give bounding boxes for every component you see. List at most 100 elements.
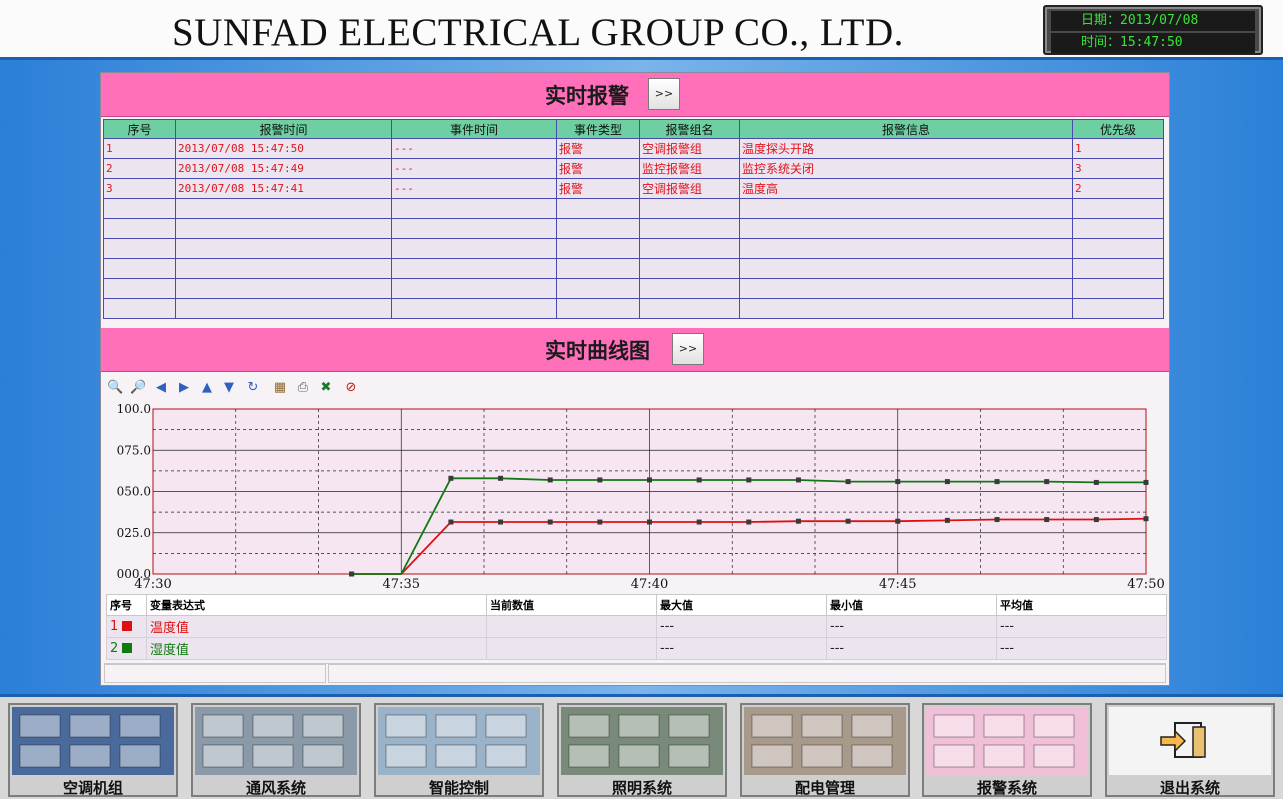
- nav-smart-control-button[interactable]: 智能控制: [374, 703, 544, 797]
- nav-alarm-system-button[interactable]: 报警系统: [922, 703, 1092, 797]
- alarm-col-header[interactable]: 序号: [103, 119, 176, 139]
- alarm-expand-button[interactable]: >>: [648, 78, 680, 110]
- legend-row[interactable]: 2 湿度值 --- --- ---: [106, 637, 1167, 660]
- alarm-row[interactable]: 2 2013/07/08 15:47:49 --- 报警 监控报警组 监控系统关闭 3: [103, 158, 1164, 179]
- alarm-col-header[interactable]: 优先级: [1072, 119, 1164, 139]
- zoom-out-icon[interactable]: 🔎: [130, 380, 146, 396]
- legend-index: 2: [110, 641, 119, 656]
- alarm-cell: [391, 198, 557, 219]
- alarm-row[interactable]: 1 2013/07/08 15:47:50 --- 报警 空调报警组 温度探头开路 1: [103, 138, 1164, 159]
- alarm-cell: 报警: [556, 178, 640, 199]
- legend-col-header: 变量表达式: [146, 594, 487, 616]
- series-point-2: [944, 479, 950, 485]
- legend-col-header: 平均值: [996, 594, 1167, 616]
- alarm-col-header[interactable]: 事件时间: [391, 119, 557, 139]
- alarm-cell: [391, 238, 557, 259]
- refresh-icon[interactable]: ↻: [245, 380, 261, 396]
- nav-ventilation-thumbnail: [195, 707, 357, 775]
- alarm-cell: [1072, 198, 1164, 219]
- arrow-up-icon[interactable]: ▲: [199, 380, 215, 396]
- alarm-cell: 2: [1072, 178, 1164, 199]
- alarm-row-empty: [103, 258, 1164, 279]
- excel-export-icon[interactable]: ✖: [318, 380, 334, 396]
- legend-col-header: 最大值: [656, 594, 827, 616]
- nav-lighting-button[interactable]: 照明系统: [557, 703, 727, 797]
- series-point-2: [1093, 479, 1099, 485]
- print-icon[interactable]: ⎙: [295, 380, 311, 396]
- alarm-cell: 1: [103, 138, 176, 159]
- series-point-1: [597, 519, 603, 525]
- alarm-col-header[interactable]: 报警时间: [175, 119, 392, 139]
- nav-ventilation-button[interactable]: 通风系统: [191, 703, 361, 797]
- alarm-cell: 3: [103, 178, 176, 199]
- alarm-cell: [1072, 258, 1164, 279]
- clock-panel: 日期：2013/07/08 时间：15:47:50: [1043, 5, 1263, 55]
- alarm-cell: [391, 298, 557, 319]
- arrow-left-icon[interactable]: ◀: [153, 380, 169, 396]
- series-point-2: [498, 475, 504, 481]
- title-bar: SUNFAD ELECTRICAL GROUP CO., LTD. 日期：201…: [0, 0, 1283, 60]
- series-point-2: [349, 571, 355, 577]
- alarm-cell: [1072, 238, 1164, 259]
- nav-lighting-thumbnail: [561, 707, 723, 775]
- properties-icon[interactable]: ▦: [272, 380, 288, 396]
- alarm-cell: 报警: [556, 138, 640, 159]
- series-point-1: [994, 517, 1000, 523]
- alarm-section-title: 实时报警: [545, 83, 629, 108]
- legend-table-header: 序号 变量表达式 当前数值 最大值 最小值 平均值: [106, 594, 1167, 616]
- series-point-2: [597, 477, 603, 483]
- nav-hvac-unit-button[interactable]: 空调机组: [8, 703, 178, 797]
- series-point-2: [448, 475, 454, 481]
- alarm-cell: 报警: [556, 158, 640, 179]
- alarm-cell: 温度高: [739, 178, 1073, 199]
- status-cell-left: [104, 664, 326, 683]
- nav-power-distribution-button[interactable]: 配电管理: [740, 703, 910, 797]
- stop-icon[interactable]: ⊘: [343, 380, 359, 396]
- series-point-1: [647, 519, 652, 525]
- alarm-row-empty: [103, 298, 1164, 319]
- legend-col-header: 当前数值: [486, 594, 657, 616]
- legend-cell: 1: [106, 615, 147, 638]
- nav-ventilation-label: 通风系统: [245, 779, 306, 797]
- alarm-cell: 2013/07/08 15:47:50: [175, 138, 392, 159]
- screen-preview-image: [202, 714, 344, 768]
- legend-row[interactable]: 1 温度值 --- --- ---: [106, 615, 1167, 638]
- legend-cell: ---: [656, 637, 827, 660]
- x-tick-label: 47:35: [383, 577, 420, 591]
- legend-cell: ---: [996, 637, 1167, 660]
- alarm-col-header[interactable]: 报警组名: [639, 119, 740, 139]
- alarm-cell: 温度探头开路: [739, 138, 1073, 159]
- series-point-1: [1093, 517, 1099, 523]
- legend-swatch: [122, 621, 133, 631]
- zoom-in-icon[interactable]: 🔍: [107, 380, 123, 396]
- alarm-cell: 1: [1072, 138, 1164, 159]
- alarm-cell: [639, 218, 740, 239]
- series-point-2: [547, 477, 553, 483]
- arrow-right-icon[interactable]: ▶: [176, 380, 192, 396]
- alarm-col-header[interactable]: 事件类型: [556, 119, 640, 139]
- alarm-row[interactable]: 3 2013/07/08 15:47:41 --- 报警 空调报警组 温度高 2: [103, 178, 1164, 199]
- alarm-cell: 监控系统关闭: [739, 158, 1073, 179]
- nav-smart-control-thumbnail: [378, 707, 540, 775]
- x-tick-label: 47:50: [1127, 577, 1164, 591]
- arrow-down-icon[interactable]: ▼: [221, 380, 237, 396]
- alarm-cell: [556, 298, 640, 319]
- alarm-cell: 3: [1072, 158, 1164, 179]
- alarm-cell: [639, 278, 740, 299]
- alarm-cell: [391, 218, 557, 239]
- nav-exit-button[interactable]: 退出系统: [1105, 703, 1275, 797]
- alarm-cell: [1072, 298, 1164, 319]
- alarm-cell: [1072, 218, 1164, 239]
- legend-cell: 温度值: [146, 615, 487, 638]
- series-point-1: [944, 517, 950, 523]
- alarm-cell: ---: [391, 158, 557, 179]
- alarm-cell: [556, 258, 640, 279]
- series-point-1: [547, 519, 553, 525]
- nav-smart-control-label: 智能控制: [428, 779, 489, 797]
- main-panel: 实时报警 >> 序号 报警时间 事件时间 事件类型 报警组名 报警信息 优先级 1 2013/…: [100, 72, 1170, 686]
- alarm-row-empty: [103, 238, 1164, 259]
- alarm-cell: [556, 218, 640, 239]
- trend-expand-button[interactable]: >>: [672, 333, 704, 365]
- alarm-col-header[interactable]: 报警信息: [739, 119, 1073, 139]
- legend-col-header: 序号: [106, 594, 147, 616]
